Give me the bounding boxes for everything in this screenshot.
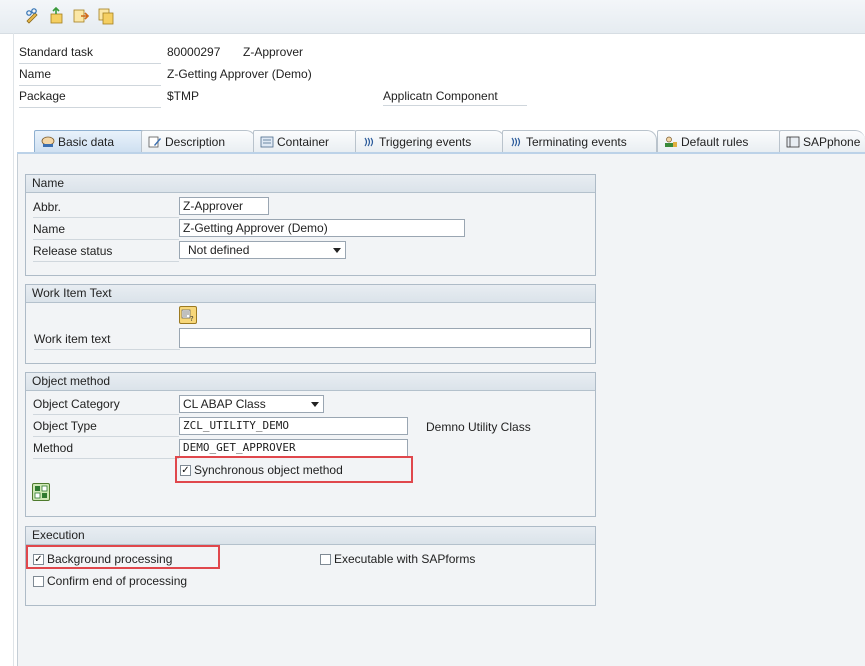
work-item-text-field[interactable]: [179, 328, 591, 348]
package-value: $TMP: [167, 89, 200, 103]
highlight-background-processing: [26, 545, 220, 569]
insert-variable-icon[interactable]: ?: [179, 306, 197, 324]
object-type-description: Demno Utility Class: [426, 420, 531, 434]
tab-description[interactable]: Description: [141, 130, 256, 152]
header-name-label: Name: [19, 65, 161, 86]
work-item-text-group: Work Item Text ? Work item text: [25, 284, 596, 364]
tab-triggering-events[interactable]: Triggering events: [355, 130, 505, 152]
tab-terminating-events[interactable]: Terminating events: [502, 130, 657, 152]
tab-basic-data[interactable]: Basic data: [34, 130, 154, 152]
chevron-down-icon: [311, 402, 319, 407]
release-status-dropdown[interactable]: Not defined: [179, 241, 346, 259]
left-border: [13, 33, 14, 666]
object-category-dropdown[interactable]: CL ABAP Class: [179, 395, 324, 413]
name-label: Name: [33, 220, 179, 240]
container-icon: [260, 133, 274, 148]
tab-label: Basic data: [58, 135, 115, 149]
name-field[interactable]: Z-Getting Approver (Demo): [179, 219, 465, 237]
object-type-field[interactable]: ZCL_UTILITY_DEMO: [179, 417, 408, 435]
standard-task-abbr: Z-Approver: [243, 45, 304, 59]
confirm-end-checkbox[interactable]: [33, 576, 44, 587]
transport-icon[interactable]: [72, 7, 90, 25]
tab-default-rules[interactable]: Default rules: [657, 130, 787, 152]
group-title: Name: [26, 175, 595, 193]
package-label: Package: [19, 87, 161, 108]
application-toolbar: [0, 0, 865, 34]
object-method-group: Object method Object Category CL ABAP Cl…: [25, 372, 596, 517]
event-icon: [509, 133, 523, 147]
object-type-label: Object Type: [33, 417, 179, 437]
sapforms-label: Executable with SAPforms: [334, 552, 476, 566]
tab-container[interactable]: Container: [253, 130, 363, 152]
user-rule-icon: [664, 133, 678, 147]
pencil-icon: [148, 133, 162, 148]
standard-task-id: 80000297: [167, 45, 221, 59]
tab-sapphone[interactable]: SAPphone: [779, 130, 865, 152]
abbr-field[interactable]: Z-Approver: [179, 197, 269, 215]
svg-text:?: ?: [190, 315, 194, 323]
tab-label: Terminating events: [526, 135, 627, 149]
chevron-down-icon: [333, 248, 341, 253]
sapforms-checkbox[interactable]: [320, 554, 331, 565]
activate-icon[interactable]: [48, 6, 66, 25]
tab-label: Default rules: [681, 135, 749, 149]
group-title: Object method: [26, 373, 595, 391]
person-icon: [41, 133, 55, 147]
group-title: Execution: [26, 527, 595, 545]
method-parameters-icon[interactable]: [32, 483, 50, 501]
tabstrip: Basic data Description Container Trigger…: [17, 130, 865, 154]
work-item-text-label: Work item text: [34, 330, 180, 350]
event-icon: [362, 133, 376, 147]
name-group: Name Abbr. Z-Approver Name Z-Getting App…: [25, 174, 596, 276]
method-label: Method: [33, 439, 179, 459]
abbr-label: Abbr.: [33, 198, 179, 218]
standard-task-label: Standard task: [19, 43, 161, 64]
tab-label: SAPphone: [803, 135, 861, 149]
release-status-label: Release status: [33, 242, 179, 262]
object-category-value: CL ABAP Class: [183, 397, 266, 411]
confirm-end-label: Confirm end of processing: [47, 574, 188, 588]
tab-label: Triggering events: [379, 135, 472, 149]
release-status-value: Not defined: [188, 243, 250, 257]
app-component-label: Applicatn Component: [383, 87, 527, 106]
object-category-label: Object Category: [33, 395, 179, 415]
method-field[interactable]: DEMO_GET_APPROVER: [179, 439, 408, 457]
tab-label: Description: [165, 135, 226, 149]
phone-book-icon: [786, 133, 800, 148]
group-title: Work Item Text: [26, 285, 595, 303]
display-change-icon[interactable]: [24, 7, 42, 25]
highlight-synchronous: [175, 456, 413, 483]
tab-label: Container: [277, 135, 330, 149]
header-name-value: Z-Getting Approver (Demo): [167, 67, 312, 81]
copy-icon[interactable]: [97, 7, 115, 25]
